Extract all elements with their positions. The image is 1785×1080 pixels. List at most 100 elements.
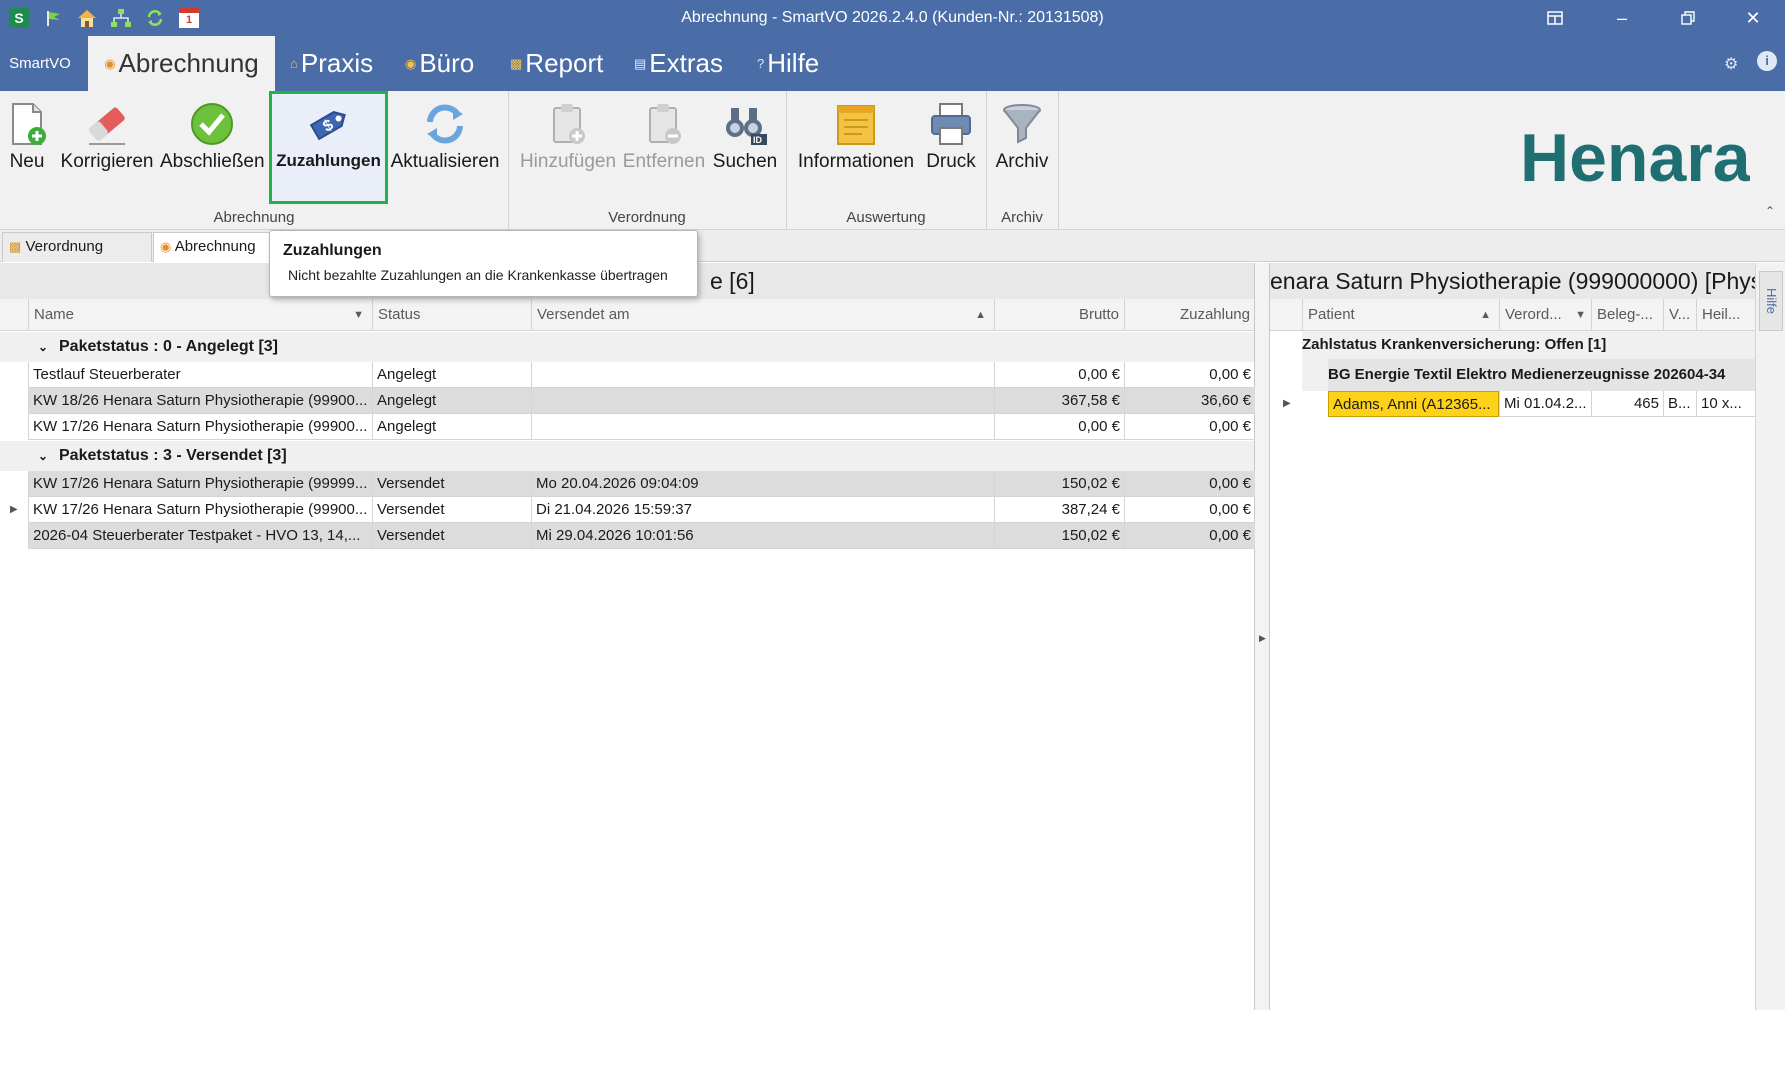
group-archiv: Archiv <box>1001 209 1043 226</box>
close-icon: ✕ <box>1745 7 1761 28</box>
table-row[interactable]: ▶ KW 17/26 Henara Saturn Physiotherapie … <box>0 497 1255 523</box>
printer-icon <box>931 103 971 145</box>
billing-icon: ◉ <box>160 239 172 254</box>
cell-versendet <box>531 362 994 388</box>
restore-button[interactable] <box>1656 0 1720 36</box>
window-title: Abrechnung - SmartVO 2026.2.4.0 (Kunden-… <box>681 9 1104 26</box>
eraser-icon <box>89 107 125 145</box>
collapse-ribbon-icon[interactable]: ⌃ <box>1765 204 1775 218</box>
tab-abrechnung[interactable]: ◉ Abrechnung <box>88 36 275 91</box>
filter-down-icon[interactable]: ▼ <box>353 299 364 331</box>
doc-tab-abrechnung[interactable]: ◉ Abrechnung <box>153 232 279 262</box>
tab-buero[interactable]: ◉ Büro <box>405 36 474 91</box>
col-name-label: Name <box>34 306 75 323</box>
tooltip-text: Nicht bezahlte Zuzahlungen an die Kranke… <box>288 267 668 283</box>
col-verordnung[interactable]: Verord... ▼ <box>1499 299 1591 331</box>
tab-extras-label: Extras <box>649 48 723 78</box>
col-brutto[interactable]: Brutto <box>994 299 1124 331</box>
cell-patient: Adams, Anni (A12365... <box>1328 391 1499 417</box>
minimize-icon: – <box>1616 7 1627 28</box>
doc-tab-verordnung[interactable]: ▩ Verordnung <box>2 232 152 262</box>
informationen-label: Informationen <box>797 151 915 172</box>
table-row[interactable]: KW 17/26 Henara Saturn Physiotherapie (9… <box>0 414 1255 440</box>
aktualisieren-label: Aktualisieren <box>390 151 500 172</box>
col-patient[interactable]: Patient ▲ <box>1302 299 1499 331</box>
tab-report[interactable]: ▩ Report <box>510 36 603 91</box>
group-label: Paketstatus : 3 - Versendet [3] <box>59 447 287 464</box>
col-name[interactable]: Name ▼ <box>28 299 372 331</box>
splitter-arrow-icon[interactable]: ▶ <box>1259 633 1266 644</box>
tab-extras[interactable]: ▤ Extras <box>634 36 723 91</box>
zuzahlungen-button[interactable]: $ Zuzahlungen <box>269 91 388 204</box>
tab-hilfe-label: Hilfe <box>767 48 820 78</box>
close-button[interactable]: ✕ <box>1721 0 1785 36</box>
info-icon[interactable]: i <box>1757 51 1777 71</box>
binoculars-icon: ID <box>726 108 767 145</box>
cell-verordnung: Mi 01.04.2... <box>1499 391 1591 417</box>
entfernen-button[interactable]: Entfernen <box>622 91 706 203</box>
abschliessen-button[interactable]: Abschließen <box>160 91 265 203</box>
group-row-angelegt[interactable]: ⌄ Paketstatus : 0 - Angelegt [3] <box>0 332 1254 362</box>
col-status[interactable]: Status <box>372 299 531 331</box>
cell-heil: 10 x... <box>1696 391 1755 417</box>
svg-text:ID: ID <box>753 135 763 145</box>
neu-button[interactable]: Neu <box>2 91 52 203</box>
filter-down-icon[interactable]: ▼ <box>1575 299 1586 331</box>
hinzufuegen-button[interactable]: Hinzufügen <box>516 91 620 203</box>
table-row[interactable]: 2026-04 Steuerberater Testpaket - HVO 13… <box>0 523 1255 549</box>
clipboard-add-icon <box>553 104 585 144</box>
clipboard-remove-icon <box>649 104 681 144</box>
brand-text: Henara <box>1520 120 1750 196</box>
table-row[interactable]: KW 18/26 Henara Saturn Physiotherapie (9… <box>0 388 1255 414</box>
suchen-button[interactable]: ID Suchen <box>710 91 780 203</box>
informationen-button[interactable]: Informationen <box>794 91 918 203</box>
cell-name: 2026-04 Steuerberater Testpaket - HVO 13… <box>28 523 372 549</box>
col-v[interactable]: V... <box>1663 299 1696 331</box>
chevron-down-icon[interactable]: ⌄ <box>38 441 48 471</box>
extras-icon: ▤ <box>634 55 647 71</box>
sort-up-icon[interactable]: ▲ <box>975 299 986 331</box>
druck-button[interactable]: Druck <box>920 91 982 203</box>
table-row[interactable]: KW 17/26 Henara Saturn Physiotherapie (9… <box>0 471 1255 497</box>
table-row[interactable]: Testlauf Steuerberater Angelegt 0,00 € 0… <box>0 362 1255 388</box>
settings-icon[interactable]: ⚙ <box>1724 54 1738 74</box>
patient-row[interactable]: ▶ Adams, Anni (A12365... Mi 01.04.2... 4… <box>1270 391 1755 417</box>
funnel-icon <box>1003 104 1041 144</box>
pane-splitter[interactable]: ▶ <box>1255 263 1270 1010</box>
minimize-button[interactable]: – <box>1590 0 1654 36</box>
korrigieren-button[interactable]: Korrigieren <box>58 91 156 203</box>
notes-icon <box>837 105 875 145</box>
tab-hilfe[interactable]: ? Hilfe <box>757 36 819 91</box>
hilfe-side-label: Hilfe <box>1764 287 1779 314</box>
col-beleg[interactable]: Beleg-... <box>1591 299 1663 331</box>
new-document-icon <box>12 103 46 145</box>
money-tag-icon: $ <box>309 110 346 141</box>
cell-brutto: 0,00 € <box>994 414 1124 440</box>
archiv-button[interactable]: Archiv <box>990 91 1054 203</box>
col-heil[interactable]: Heil... <box>1696 299 1755 331</box>
billing-icon: ◉ <box>104 55 116 71</box>
sort-up-icon[interactable]: ▲ <box>1480 299 1491 331</box>
cell-name: KW 17/26 Henara Saturn Physiotherapie (9… <box>28 497 372 523</box>
group-zahlstatus[interactable]: Zahlstatus Krankenversicherung: Offen [1… <box>1302 331 1755 359</box>
group-kasse[interactable]: BG Energie Textil Elektro Medienerzeugni… <box>1328 359 1755 391</box>
col-status-label: Status <box>378 306 421 323</box>
cell-versendet: Di 21.04.2026 15:59:37 <box>531 497 994 523</box>
tab-praxis[interactable]: ⌂ Praxis <box>290 36 373 91</box>
aktualisieren-button[interactable]: Aktualisieren <box>390 91 500 203</box>
group-abrechnung: Abrechnung <box>213 209 295 226</box>
expand-row-icon[interactable]: ▶ <box>10 504 18 515</box>
menu-smartvo[interactable]: SmartVO <box>0 36 80 91</box>
packages-pane: e [6] Name ▼ Status Versendet am ▲ Brutto … <box>0 263 1255 1010</box>
expand-row-icon[interactable]: ▶ <box>1283 398 1291 409</box>
chevron-down-icon[interactable]: ⌄ <box>38 332 48 362</box>
cell-status: Angelegt <box>372 414 531 440</box>
hilfe-side-button[interactable]: Hilfe <box>1759 271 1783 331</box>
layout-icon[interactable] <box>1523 0 1587 36</box>
col-zuzahlung[interactable]: Zuzahlung <box>1124 299 1255 331</box>
col-brutto-label: Brutto <box>1078 306 1119 323</box>
cell-status: Versendet <box>372 523 531 549</box>
group-row-versendet[interactable]: ⌄ Paketstatus : 3 - Versendet [3] <box>0 441 1254 471</box>
col-versendet[interactable]: Versendet am ▲ <box>531 299 994 331</box>
cell-name: KW 17/26 Henara Saturn Physiotherapie (9… <box>28 414 372 440</box>
